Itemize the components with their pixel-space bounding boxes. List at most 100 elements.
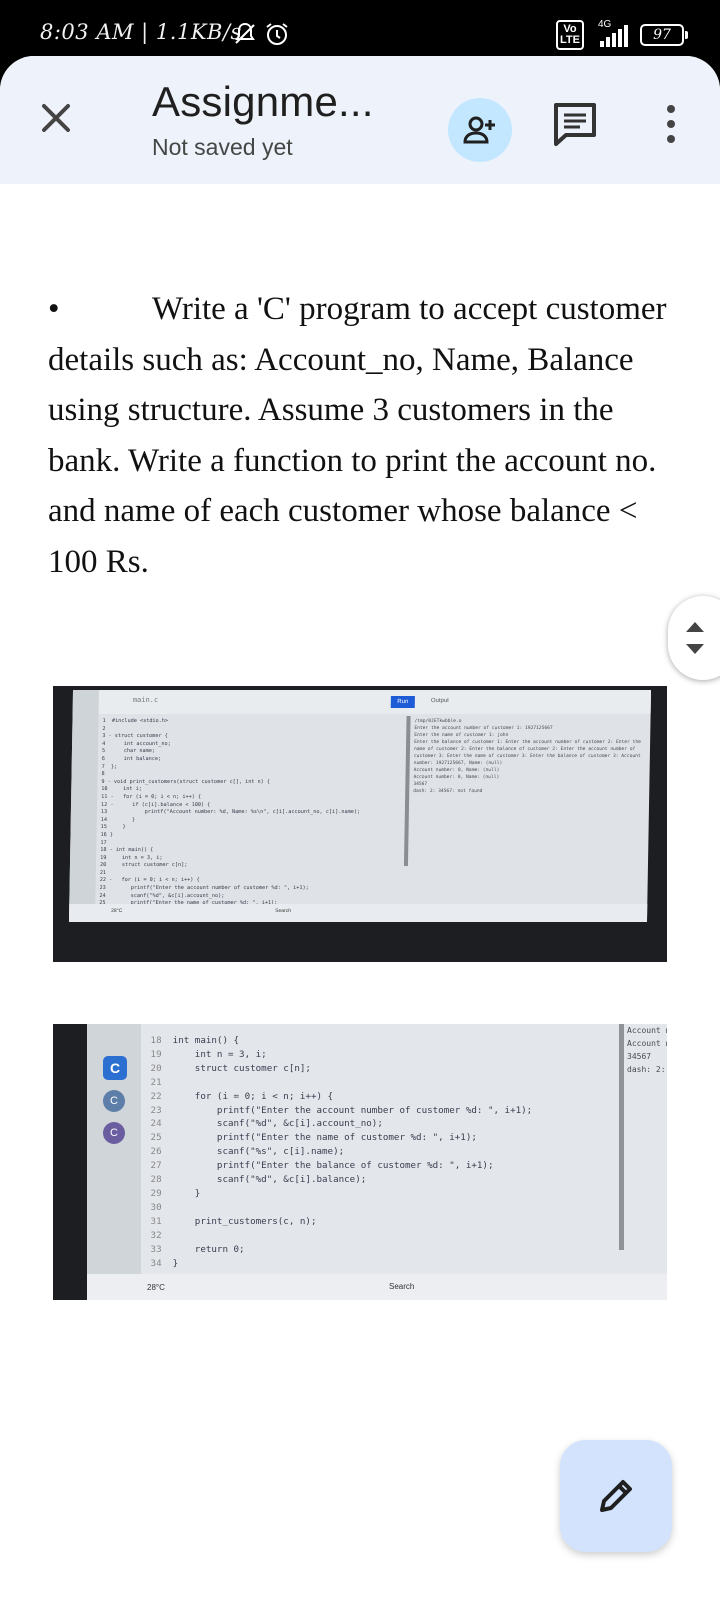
code-text: printf("Enter the name of customer %d: "… (172, 1132, 477, 1144)
code-text: scanf("%d", &c[i].account_no); (172, 1118, 383, 1130)
line-number: 18 (145, 1035, 173, 1046)
scroll-arrows-icon (686, 622, 704, 654)
code-line: 22 for (i = 0; i < n; i++) { (145, 1090, 615, 1104)
code-line: 6 int balance; (101, 755, 162, 762)
photo2-screen: C C C 18 int main() { 19 int n = 3, i; 2… (87, 1024, 667, 1300)
code-text: scanf("%d", &c[i].balance); (172, 1174, 367, 1186)
output-line: number: 1927125667, Name: (null) (413, 761, 503, 766)
line-number: 20 (145, 1062, 173, 1074)
output-line: /tmp/0JETkwbble.o (414, 719, 462, 724)
photo2-divider (619, 1024, 624, 1250)
output-line: Enter the balance of customer 1: Enter t… (414, 740, 641, 745)
save-status: Not saved yet (152, 134, 293, 160)
code-line: 16 } (100, 831, 114, 838)
close-icon[interactable] (36, 98, 76, 138)
photo1-output-label: Output (430, 698, 449, 704)
code-line: 31 print_customers(c, n); (145, 1215, 615, 1229)
output-line: dash: 2: 34567: not found (413, 789, 483, 794)
line-number: 24 (145, 1118, 173, 1130)
battery-indicator: 97 (640, 24, 688, 46)
code-line: 21 (99, 869, 107, 876)
code-line: 24 scanf("%d", &c[i].account_no); (99, 892, 225, 899)
photo1-taskbar: Search 28°C (68, 904, 648, 922)
signal-icon: 4G (594, 19, 630, 47)
edit-button[interactable] (560, 1440, 672, 1552)
code-line: 34 } (145, 1257, 615, 1271)
code-text: print_customers(c, n); (172, 1215, 317, 1227)
code-line: 32 (145, 1229, 615, 1243)
status-time-speed: 8:03 AM | 1.1KB/s (40, 20, 242, 44)
code-line: 20 struct customer c[n]; (99, 862, 188, 869)
output-line: Account number: 0, Name: (null) (413, 768, 500, 773)
app-bar: Assignme... Not saved yet (0, 56, 720, 184)
line-number: 34 (145, 1257, 173, 1269)
code-line: 23 printf("Enter the account number of c… (99, 885, 309, 892)
code-line: 18 - int main() { (100, 847, 154, 854)
add-person-icon (463, 116, 495, 144)
output-line: dash: 2: 345 (627, 1065, 666, 1074)
code-line: 8 (101, 771, 105, 778)
photo1-tab: main.c (132, 696, 159, 704)
photo2-code-editor: 18 int main() { 19 int n = 3, i; 20 stru… (145, 1034, 615, 1274)
output-line: Account number: 0, Name: (null) (413, 775, 500, 780)
photo1-left-rail (68, 690, 100, 922)
pencil-icon (600, 1480, 632, 1512)
code-line: 19 int n = 3, i; (100, 854, 163, 861)
code-line: 26 scanf("%s", c[i].name); (145, 1145, 615, 1159)
line-number: 23 (145, 1104, 173, 1116)
code-text: int n = 3, i; (172, 1048, 267, 1060)
code-line: 22 - for (i = 0; i < n; i++) { (99, 877, 200, 884)
line-number: 21 (145, 1076, 173, 1088)
code-line: 25 printf("Enter the name of customer %d… (145, 1131, 615, 1145)
screenshot-photo-1[interactable]: main.c Run Output 1 #include <stdio.h> 2 3… (53, 686, 667, 962)
code-line: 11 - for (i = 0; i < n; i++) { (101, 793, 202, 800)
code-line: 24 scanf("%d", &c[i].account_no); (145, 1117, 615, 1131)
code-line: 2 (102, 725, 106, 732)
output-line: customer 3: Enter the name of customer 3… (413, 754, 641, 759)
code-line: 10 int i; (101, 786, 142, 793)
line-number: 19 (145, 1048, 173, 1060)
photo1-run-button: Run (390, 696, 415, 708)
code-line: 3 - struct customer { (102, 733, 168, 740)
output-line: Account numb (627, 1039, 667, 1048)
code-text: } (172, 1257, 179, 1269)
code-text: struct customer c[n]; (172, 1062, 311, 1074)
code-line: 23 printf("Enter the account number of c… (145, 1104, 615, 1118)
photo1-output-panel: /tmp/0JETkwbble.o Enter the account numbe… (412, 718, 651, 868)
code-line: 1 #include <stdio.h> (102, 718, 169, 724)
photo2-search: Search (389, 1282, 415, 1291)
csharp-language-icon: C (103, 1122, 125, 1144)
photo1-search: Search (275, 908, 292, 914)
output-line: Account num (627, 1026, 667, 1035)
assignment-paragraph: Write a 'C' program to accept customer d… (48, 291, 667, 580)
code-line: 20 struct customer c[n]; (145, 1062, 615, 1076)
code-line: 21 (145, 1076, 615, 1090)
code-line: 13 printf("Account number: %d, Name: %s\… (100, 809, 361, 816)
document-title[interactable]: Assignme... (152, 78, 374, 126)
docs-app: Assignme... Not saved yet • Write a 'C' p… (0, 56, 720, 1600)
photo2-output-panel: Account num Account numb 34567 dash: 2: 345 (627, 1024, 667, 1104)
code-line: 4 int account_no; (102, 740, 171, 747)
share-button[interactable] (448, 98, 512, 162)
code-line: 12 - if (c[i].balance < 100) { (100, 801, 211, 808)
more-options-icon[interactable] (656, 101, 686, 147)
screenshot-photo-2[interactable]: C C C 18 int main() { 19 int n = 3, i; 2… (53, 1024, 667, 1300)
code-text: int main() { (172, 1035, 240, 1046)
photo2-taskbar: Search 28°C (87, 1274, 667, 1300)
output-line: 34567 (627, 1052, 652, 1061)
line-number: 28 (145, 1174, 173, 1186)
code-line: 5 char name; (101, 748, 156, 755)
output-line: name of customer 2: Enter the balance of… (413, 747, 636, 752)
code-line: 29 } (145, 1187, 615, 1201)
photo1-screen: main.c Run Output 1 #include <stdio.h> 2 3… (68, 690, 652, 922)
line-number: 33 (145, 1243, 173, 1255)
comment-icon[interactable] (552, 101, 598, 147)
code-line: 15 } (100, 824, 126, 831)
document-body[interactable]: • Write a 'C' program to accept customer … (48, 284, 688, 587)
code-line: 27 printf("Enter the balance of customer… (145, 1159, 615, 1173)
code-text: printf("Enter the balance of customer %d… (172, 1160, 494, 1172)
line-number: 25 (145, 1132, 173, 1144)
fast-scroll-handle[interactable] (668, 596, 720, 680)
photo1-editor-toolbar: main.c Run Output (98, 690, 652, 714)
photo1-code-editor: 1 #include <stdio.h> 2 3 - struct customer… (99, 718, 392, 914)
